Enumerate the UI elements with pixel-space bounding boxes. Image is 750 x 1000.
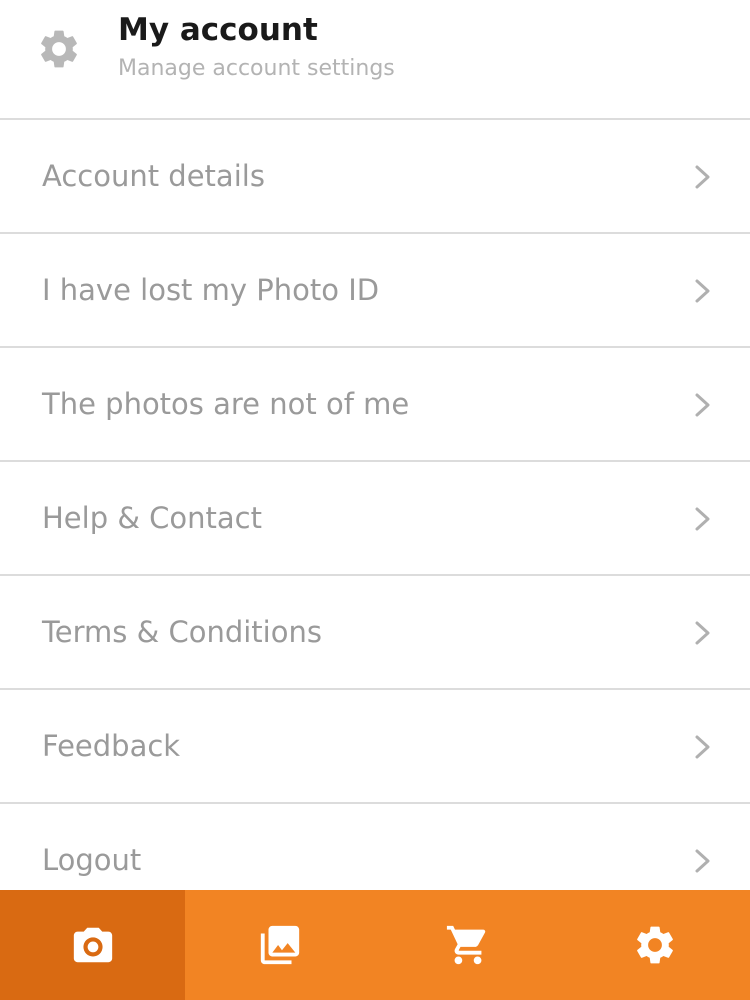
photo-library-icon [260, 925, 300, 965]
cart-icon [446, 925, 485, 965]
menu-item-feedback[interactable]: Feedback [0, 690, 750, 804]
settings-gear-icon [637, 926, 673, 964]
menu-item-lost-photo-id[interactable]: I have lost my Photo ID [0, 234, 750, 348]
chevron-right-icon [695, 279, 710, 303]
camera-icon [73, 927, 112, 963]
menu-item-photos-not-of-me[interactable]: The photos are not of me [0, 348, 750, 462]
chevron-right-icon [695, 393, 710, 417]
menu-item-help-contact[interactable]: Help & Contact [0, 462, 750, 576]
menu-item-terms-conditions[interactable]: Terms & Conditions [0, 576, 750, 690]
page-subtitle: Manage account settings [118, 56, 395, 81]
menu-item-label: The photos are not of me [42, 387, 410, 421]
tab-photo-library[interactable] [185, 890, 375, 1000]
menu-item-label: I have lost my Photo ID [42, 273, 380, 307]
account-menu: Account details I have lost my Photo ID … [0, 120, 750, 890]
menu-item-label: Logout [42, 843, 142, 877]
menu-item-label: Account details [42, 159, 265, 193]
chevron-right-icon [695, 165, 710, 189]
account-header: My account Manage account settings [0, 0, 750, 120]
chevron-right-icon [695, 849, 710, 873]
chevron-right-icon [695, 621, 710, 645]
bottom-tab-bar [0, 890, 750, 1000]
tab-camera[interactable] [0, 890, 185, 1000]
menu-item-logout[interactable]: Logout [0, 804, 750, 890]
page-title: My account [118, 12, 318, 48]
tab-settings[interactable] [560, 890, 750, 1000]
menu-item-label: Help & Contact [42, 501, 262, 535]
menu-item-account-details[interactable]: Account details [0, 120, 750, 234]
menu-item-label: Terms & Conditions [42, 615, 322, 649]
chevron-right-icon [695, 735, 710, 759]
menu-item-label: Feedback [42, 729, 181, 763]
chevron-right-icon [695, 507, 710, 531]
tab-cart[interactable] [375, 890, 560, 1000]
gear-icon [41, 30, 77, 68]
